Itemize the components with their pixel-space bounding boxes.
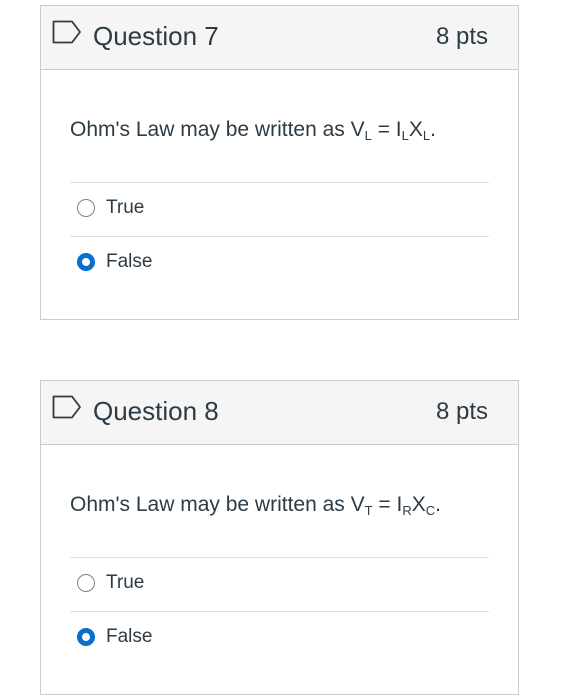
question-card-7: Question 7 8 pts Ohm's Law may be writte… bbox=[40, 5, 519, 320]
question-header: Question 7 8 pts bbox=[41, 6, 518, 70]
answer-false[interactable]: False bbox=[77, 622, 152, 652]
question-title: Question 7 bbox=[93, 21, 219, 51]
divider bbox=[70, 236, 489, 237]
question-body: Ohm's Law may be written as VL = ILXL. T… bbox=[41, 70, 518, 319]
question-card-8: Question 8 8 pts Ohm's Law may be writte… bbox=[40, 380, 519, 695]
radio-button-true[interactable] bbox=[77, 199, 95, 217]
question-points: 8 pts bbox=[435, 23, 488, 50]
question-title: Question 8 bbox=[93, 396, 219, 426]
question-header: Question 8 8 pts bbox=[41, 381, 518, 445]
answer-label: True bbox=[106, 572, 145, 593]
flag-question-icon[interactable] bbox=[52, 20, 82, 44]
radio-button-true[interactable] bbox=[77, 574, 95, 592]
radio-button-false-selected[interactable] bbox=[77, 253, 95, 271]
answer-label: False bbox=[106, 251, 153, 272]
answer-true[interactable]: True bbox=[77, 193, 144, 223]
answer-true[interactable]: True bbox=[77, 568, 144, 598]
question-text: Ohm's Law may be written as VL = ILXL. bbox=[70, 118, 436, 143]
question-text: Ohm's Law may be written as VT = IRXC. bbox=[70, 493, 441, 518]
answer-label: False bbox=[106, 626, 153, 647]
radio-button-false-selected[interactable] bbox=[77, 628, 95, 646]
flag-question-icon[interactable] bbox=[52, 395, 82, 419]
divider bbox=[70, 182, 489, 183]
divider bbox=[70, 611, 489, 612]
answer-false[interactable]: False bbox=[77, 247, 152, 277]
question-body: Ohm's Law may be written as VT = IRXC. T… bbox=[41, 445, 518, 694]
question-points: 8 pts bbox=[435, 398, 488, 425]
answer-label: True bbox=[106, 197, 145, 218]
divider bbox=[70, 557, 489, 558]
